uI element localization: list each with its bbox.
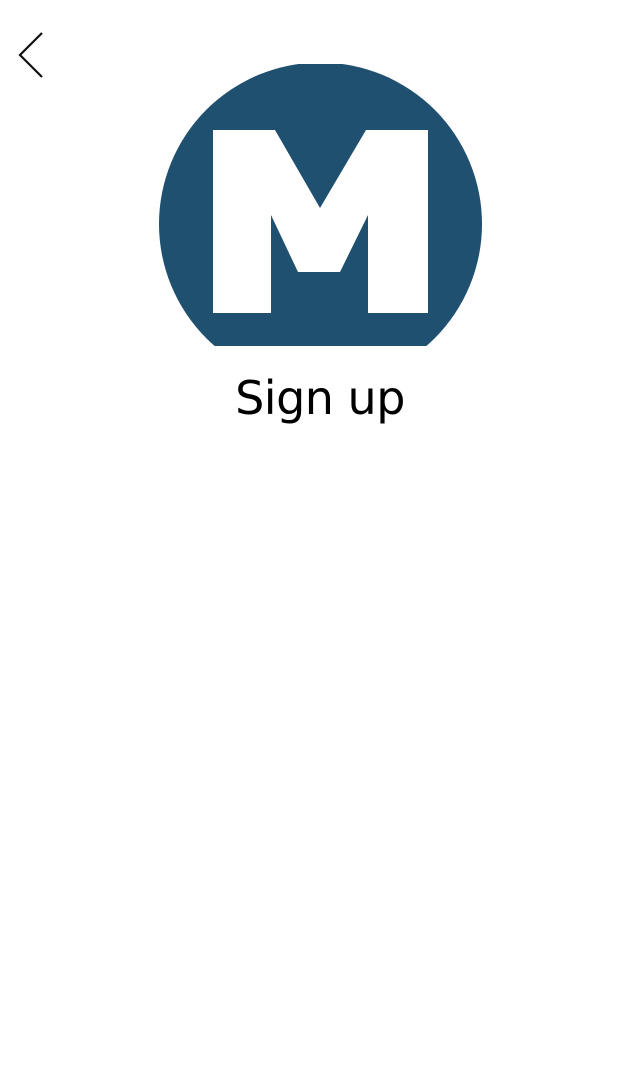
back-button[interactable] [10, 26, 54, 84]
logo-circle [159, 64, 482, 346]
page-title: Sign up [235, 371, 405, 425]
app-logo [159, 64, 482, 346]
chevron-left-icon [18, 32, 43, 78]
